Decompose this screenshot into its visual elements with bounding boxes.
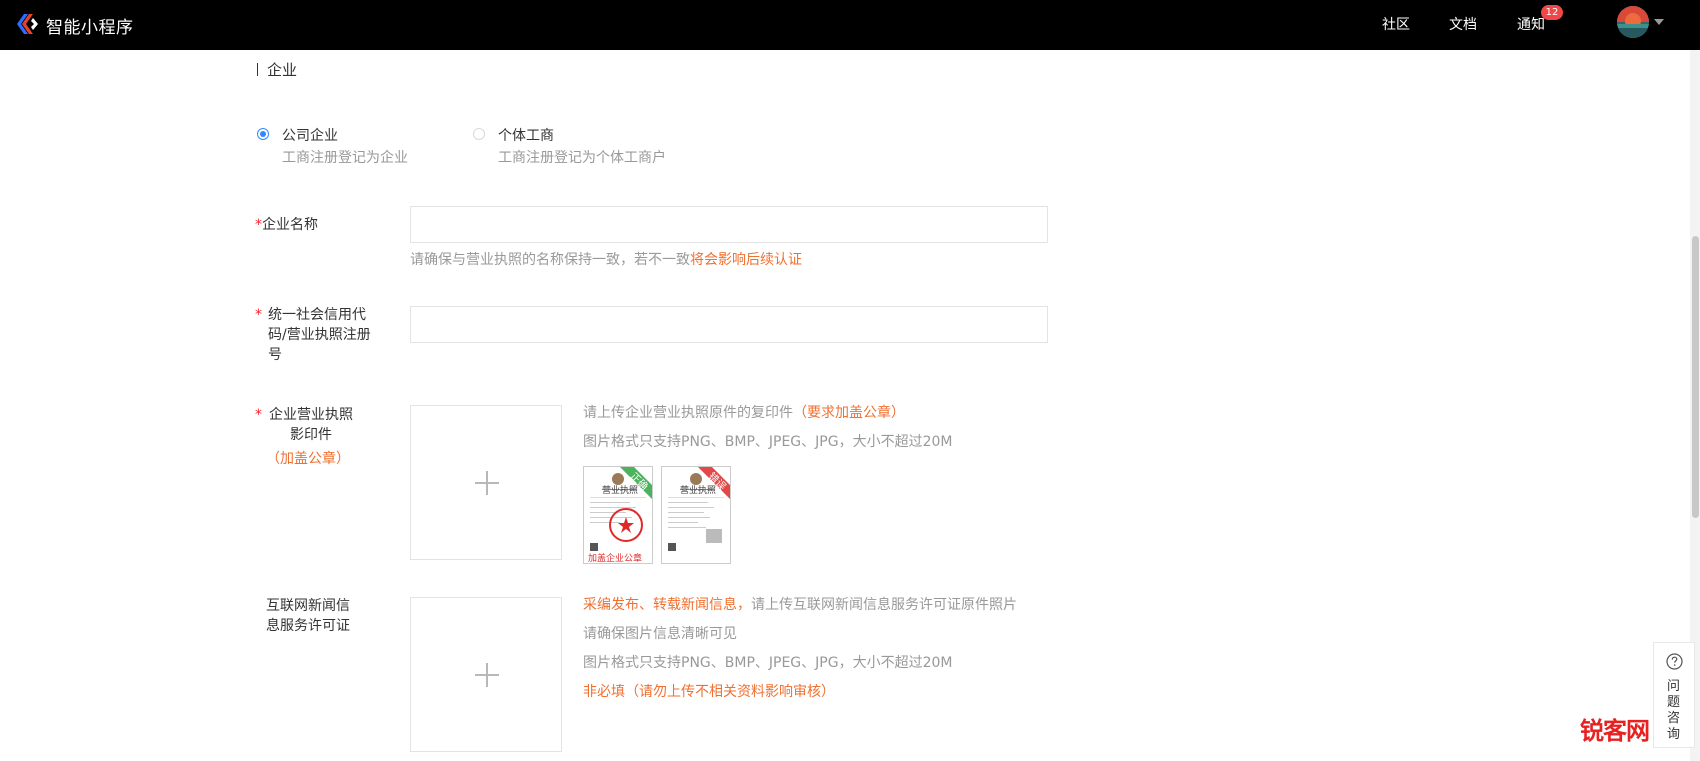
- required-mark: *: [255, 217, 262, 233]
- credit-code-label-line: 统一社会信用代: [268, 307, 366, 323]
- sample-wrong-title: 营业执照: [680, 486, 717, 496]
- section-title-bar: [257, 63, 258, 76]
- section-title: 企业: [267, 61, 298, 79]
- question-circle-icon: [1666, 653, 1683, 670]
- consult-button[interactable]: 问题咨询: [1653, 642, 1695, 748]
- radio-checked-icon[interactable]: [257, 128, 269, 140]
- credit-code-label: 统一社会信用代 码/营业执照注册 号: [268, 305, 388, 365]
- sample-correct-license[interactable]: 正确 营业执照 加盖企业公章: [583, 466, 653, 564]
- license-upload-box[interactable]: [410, 405, 562, 560]
- radio-unchecked-icon[interactable]: [473, 128, 485, 140]
- license-upload-hint-warning: （要求加盖公章）: [793, 405, 905, 421]
- news-license-label: 互联网新闻信 息服务许可证: [266, 596, 366, 636]
- company-name-hint-text: 请确保与营业执照的名称保持一致，若不一致: [410, 252, 690, 268]
- avatar-image-icon: [1617, 6, 1649, 38]
- news-license-hint: 采编发布、转载新闻信息，请上传互联网新闻信息服务许可证原件照片: [583, 594, 1017, 614]
- sample-correct-stamp-text: 加盖企业公章: [588, 554, 643, 564]
- top-navigation-bar: 智能小程序 社区 文档 通知 12: [0, 0, 1700, 50]
- nav-docs-link[interactable]: 文档: [1449, 14, 1477, 34]
- credit-code-label-line: 号: [268, 347, 282, 363]
- user-avatar[interactable]: [1617, 6, 1649, 38]
- license-copy-label: 企业营业执照 影印件: [266, 405, 356, 445]
- nav-notifications-link[interactable]: 通知: [1517, 14, 1545, 34]
- radio-individual-title[interactable]: 个体工商: [498, 125, 554, 145]
- company-name-label: *企业名称: [255, 215, 318, 235]
- nav-community-link[interactable]: 社区: [1382, 14, 1410, 34]
- radio-company-desc: 工商注册登记为企业: [282, 150, 408, 166]
- radio-individual-desc: 工商注册登记为个体工商户: [498, 150, 666, 166]
- news-license-label-line: 互联网新闻信: [266, 598, 350, 614]
- radio-company-title[interactable]: 公司企业: [282, 125, 338, 145]
- company-name-hint: 请确保与营业执照的名称保持一致，若不一致将会影响后续认证: [410, 249, 802, 269]
- license-upload-hint-text: 请上传企业营业执照原件的复印件: [583, 405, 793, 421]
- company-name-input[interactable]: [410, 206, 1048, 243]
- news-license-label-line: 息服务许可证: [266, 618, 350, 634]
- plus-icon: [486, 471, 488, 495]
- consult-label: 问题咨询: [1667, 679, 1681, 742]
- news-license-hint-text: 请上传互联网新闻信息服务许可证原件照片: [751, 597, 1017, 613]
- required-mark: *: [255, 407, 262, 423]
- license-upload-hint: 请上传企业营业执照原件的复印件（要求加盖公章）: [583, 402, 905, 422]
- news-license-format-hint: 图片格式只支持PNG、BMP、JPEG、JPG，大小不超过20M: [583, 655, 953, 671]
- sample-wrong-license[interactable]: 错误 营业执照: [661, 466, 731, 564]
- license-copy-label-line: 企业营业执照: [269, 407, 353, 423]
- caret-down-icon[interactable]: [1654, 19, 1664, 25]
- company-name-label-text: 企业名称: [262, 217, 318, 233]
- news-license-optional-note: 非必填（请勿上传不相关资料影响审核）: [583, 684, 835, 700]
- license-copy-stamp-note: （加盖公章）: [266, 451, 350, 467]
- news-license-clarity-hint: 请确保图片信息清晰可见: [583, 626, 737, 642]
- radio-dot-icon: [260, 131, 266, 137]
- site-watermark: 锐客网: [1580, 717, 1650, 745]
- smart-miniprogram-logo-icon[interactable]: [14, 11, 40, 37]
- brand-name[interactable]: 智能小程序: [46, 13, 134, 38]
- credit-code-input[interactable]: [410, 306, 1048, 343]
- plus-icon: [486, 663, 488, 687]
- notification-count-badge: 12: [1541, 5, 1563, 20]
- company-name-hint-warning: 将会影响后续认证: [690, 252, 802, 268]
- license-format-hint: 图片格式只支持PNG、BMP、JPEG、JPG，大小不超过20M: [583, 434, 953, 450]
- page-scrollbar-thumb[interactable]: [1692, 236, 1699, 518]
- news-license-hint-warning: 采编发布、转载新闻信息，: [583, 597, 751, 613]
- credit-code-label-line: 码/营业执照注册: [268, 327, 371, 343]
- license-copy-label-line: 影印件: [290, 427, 332, 443]
- required-mark: *: [255, 307, 262, 323]
- news-license-upload-box[interactable]: [410, 597, 562, 752]
- sample-correct-title: 营业执照: [602, 486, 639, 496]
